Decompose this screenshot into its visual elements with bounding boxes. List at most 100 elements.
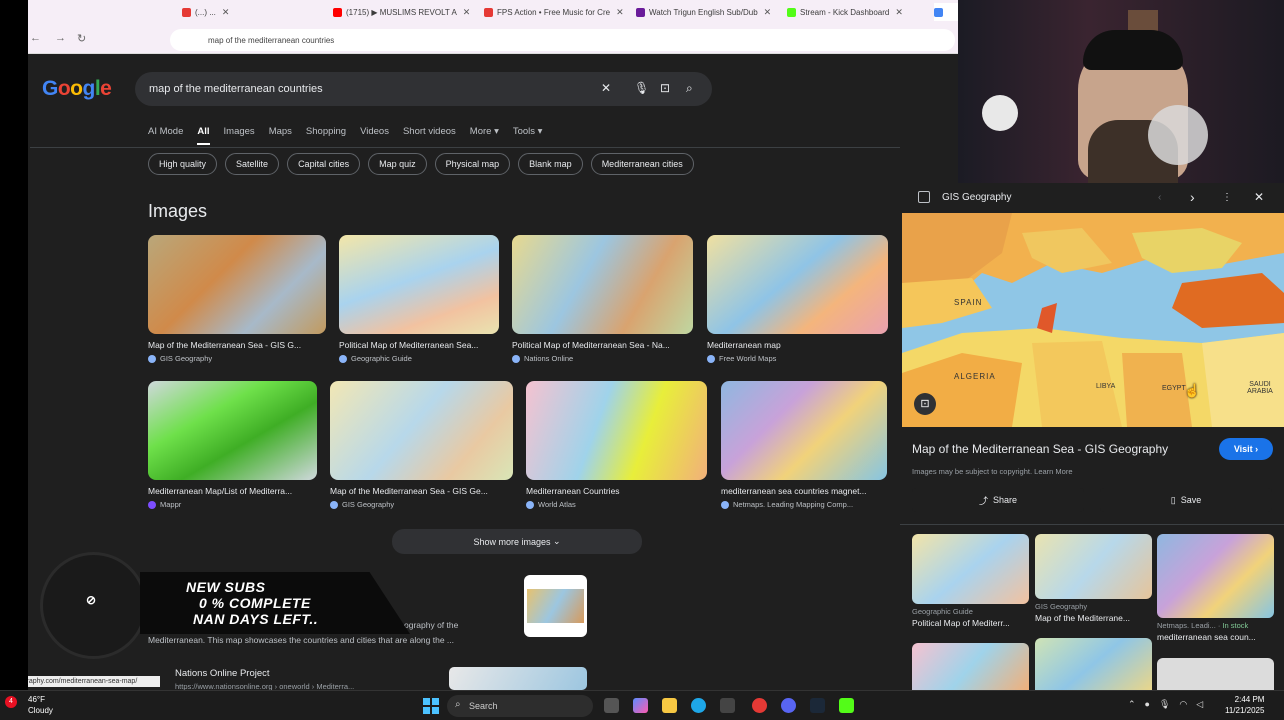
tab-shopping[interactable]: Shopping (306, 126, 346, 145)
tab-all[interactable]: All (197, 126, 210, 145)
discord-icon[interactable] (781, 698, 796, 713)
show-more-images-button[interactable]: Show more images ⌄ (392, 529, 642, 554)
tab-maps[interactable]: Maps (269, 126, 292, 145)
related-image[interactable] (912, 643, 1029, 690)
search-input[interactable]: map of the mediterranean countries ✕ 🎙 ⊡… (135, 72, 712, 106)
close-icon[interactable]: ✕ (1254, 190, 1264, 204)
reload-icon[interactable]: ↻ (77, 32, 86, 45)
address-bar[interactable]: map of the mediterranean countries (170, 29, 955, 51)
kick-app-icon[interactable] (839, 698, 854, 713)
related-image[interactable]: GIS Geography Map of the Mediterrane... (1035, 534, 1152, 623)
image-result[interactable]: Political Map of Mediterranean Sea... Ge… (339, 235, 499, 363)
close-icon[interactable]: ✕ (895, 7, 903, 18)
related-image[interactable] (1157, 658, 1274, 690)
preview-map-image[interactable]: SPAIN ALGERIA LIBYA EGYPT SAUDI ARABIA ⊡ (902, 213, 1284, 427)
tab-more[interactable]: More ▾ (470, 126, 499, 145)
task-view-icon[interactable] (604, 698, 619, 713)
chip-mediterranean-cities[interactable]: Mediterranean cities (590, 153, 694, 175)
images-heading: Images (148, 201, 208, 221)
google-favicon-icon (934, 7, 943, 17)
save-button[interactable]: ▯ Save (1100, 488, 1272, 512)
tab-4[interactable]: Watch Trigun English Sub/Dub ✕ (636, 3, 776, 21)
map-thumbnail (707, 235, 888, 334)
steam-icon[interactable] (810, 698, 825, 713)
wifi-icon[interactable]: ◠ (1179, 699, 1196, 709)
close-icon[interactable]: ✕ (616, 7, 624, 18)
tab-2[interactable]: (1715) ▶ MUSLIMS REVOLT A ✕ (333, 3, 473, 21)
windows-start-icon[interactable] (423, 698, 439, 714)
chip-satellite[interactable]: Satellite (225, 153, 280, 175)
windows-taskbar: 4 46°F Cloudy ⌕ Search ⌃●🎙◠◁ 2:44 PM 11/21… (0, 690, 1284, 720)
related-image[interactable] (1035, 638, 1152, 690)
map-thumbnail (721, 381, 887, 480)
volume-icon[interactable]: ◁ (1196, 699, 1212, 709)
tab-videos[interactable]: Videos (360, 126, 389, 145)
chip-map-quiz[interactable]: Map quiz (368, 153, 427, 175)
tab-active-google[interactable] (934, 3, 958, 21)
source-favicon-icon (918, 191, 930, 203)
tab-5[interactable]: Stream - Kick Dashboard ✕ (787, 3, 927, 21)
source-favicon-icon (526, 500, 534, 509)
chip-capital-cities[interactable]: Capital cities (287, 153, 361, 175)
microphone-icon[interactable]: 🎙 (1159, 699, 1179, 709)
chevron-right-icon[interactable]: › (1190, 189, 1195, 205)
overlay-logo-icon: ⊘ (86, 593, 97, 607)
visit-button[interactable]: Visit › (1219, 438, 1273, 460)
chip-high-quality[interactable]: High quality (148, 153, 218, 175)
chip-physical-map[interactable]: Physical map (434, 153, 511, 175)
map-graphic (902, 213, 1284, 427)
taskbar-search[interactable]: ⌕ Search (447, 695, 593, 717)
tab-images[interactable]: Images (224, 126, 255, 145)
chevron-left-icon[interactable]: ‹ (1158, 192, 1161, 203)
related-image[interactable]: Netmaps. Leadi... · In stock mediterrane… (1157, 534, 1274, 642)
chevron-down-icon: ⌄ (553, 536, 561, 546)
close-icon[interactable]: ✕ (463, 7, 471, 18)
source-favicon-icon (148, 500, 156, 509)
map-thumbnail (339, 235, 499, 334)
clear-icon[interactable]: ✕ (601, 81, 611, 95)
screen: { "browser": { "tabs": [ {"label": "(...… (0, 0, 1284, 720)
tab-short-videos[interactable]: Short videos (403, 126, 456, 145)
lens-icon[interactable]: ⊡ (660, 81, 670, 95)
google-logo[interactable]: Google (42, 77, 112, 101)
clock[interactable]: 2:44 PM 11/21/2025 (1225, 694, 1264, 716)
kick-icon (787, 7, 796, 17)
more-options-icon[interactable]: ⋮ (1222, 192, 1232, 203)
microphone-icon[interactable]: 🎙 (634, 81, 649, 95)
tab-tools[interactable]: Tools ▾ (513, 126, 543, 145)
tab-1[interactable]: (...) ... ✕ (182, 3, 322, 21)
image-result[interactable]: Political Map of Mediterranean Sea - Na.… (512, 235, 693, 363)
tab-favicon-icon (182, 7, 191, 17)
image-result[interactable]: Mediterranean Countries World Atlas (526, 381, 707, 509)
result-thumbnail[interactable] (524, 575, 587, 637)
lens-icon[interactable]: ⊡ (914, 393, 936, 415)
preview-title[interactable]: Map of the Mediterranean Sea - GIS Geogr… (912, 442, 1168, 456)
chip-blank-map[interactable]: Blank map (518, 153, 583, 175)
image-result[interactable]: Map of the Mediterranean Sea - GIS G... … (148, 235, 326, 363)
app-tray-icon[interactable]: ● (1145, 699, 1159, 709)
result-thumbnail[interactable] (449, 667, 587, 690)
file-explorer-icon[interactable] (662, 698, 677, 713)
map-thumbnail (330, 381, 513, 480)
close-icon[interactable]: ✕ (764, 7, 772, 18)
copilot-icon[interactable] (633, 698, 648, 713)
system-tray[interactable]: ⌃●🎙◠◁ (1128, 699, 1212, 710)
store-icon[interactable] (720, 698, 735, 713)
image-result[interactable]: Map of the Mediterranean Sea - GIS Ge...… (330, 381, 513, 509)
weather-widget[interactable]: 46°F Cloudy (28, 694, 53, 716)
tab-3[interactable]: FPS Action • Free Music for Cre ✕ (484, 3, 624, 21)
search-icon[interactable]: ⌕ (686, 81, 693, 96)
source-favicon-icon (339, 354, 347, 363)
related-image[interactable]: Geographic Guide Political Map of Medite… (912, 534, 1029, 628)
image-result[interactable]: Mediterranean map Free World Maps (707, 235, 888, 363)
brave-browser-icon[interactable] (752, 698, 767, 713)
share-button[interactable]: ⤴ Share (912, 488, 1084, 512)
chevron-up-icon[interactable]: ⌃ (1128, 699, 1145, 709)
image-result[interactable]: Mediterranean Map/List of Mediterra... M… (148, 381, 317, 509)
image-result[interactable]: mediterranean sea countries magnet... Ne… (721, 381, 887, 509)
edge-icon[interactable] (691, 698, 706, 713)
back-icon[interactable]: ← (30, 32, 41, 44)
close-icon[interactable]: ✕ (222, 7, 230, 18)
tab-ai-mode[interactable]: AI Mode (148, 126, 183, 145)
forward-icon[interactable]: → (55, 32, 66, 44)
